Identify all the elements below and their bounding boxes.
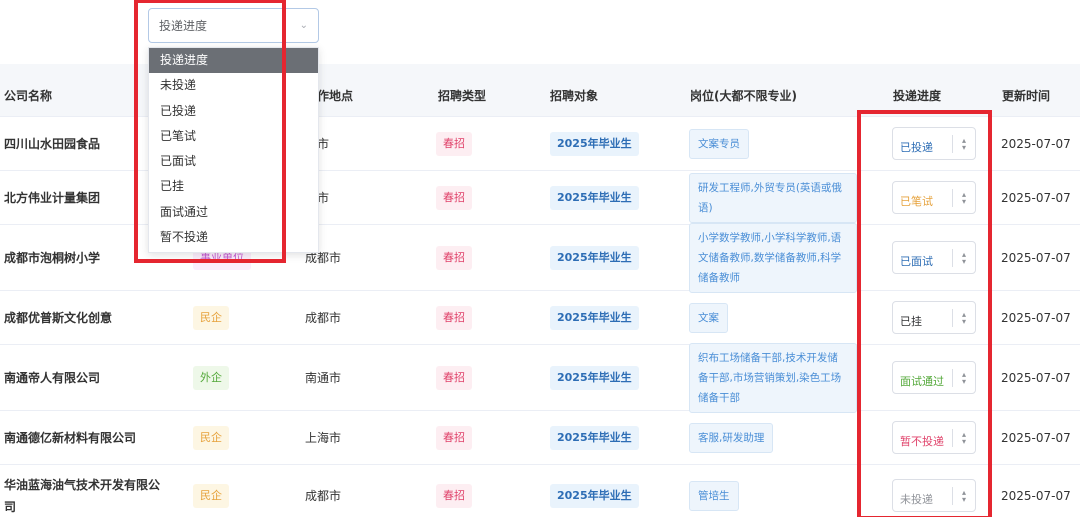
target-cell: 2025年毕业生 <box>550 117 650 170</box>
updated-cell: 2025-07-07 <box>1001 345 1080 410</box>
position-tag: 研发工程师,外贸专员(英语或俄语) <box>689 172 857 223</box>
header-target[interactable]: 招聘对象 <box>550 64 598 117</box>
recruit-type-cell: 春招 <box>436 291 496 344</box>
company-nature-cell: 外企 <box>193 345 283 410</box>
updated-cell: 2025-07-07 <box>1001 465 1080 517</box>
position-tag: 客服,研发助理 <box>689 422 774 453</box>
recruit-type-cell: 春招 <box>436 345 496 410</box>
company-nature-cell: 民企 <box>193 411 283 464</box>
updated-cell: 2025-07-07 <box>1001 225 1080 290</box>
updated-cell: 2025-07-07 <box>1001 117 1080 170</box>
updated-date: 2025-07-07 <box>1001 488 1071 503</box>
updated-date: 2025-07-07 <box>1001 370 1071 385</box>
target-tag: 2025年毕业生 <box>550 131 639 156</box>
recruit-type-tag: 春招 <box>436 365 472 390</box>
location-cell: 成都市 <box>305 225 405 290</box>
location-text: 上海市 <box>305 431 342 445</box>
recruit-type-cell: 春招 <box>436 117 496 170</box>
target-tag: 2025年毕业生 <box>550 365 639 390</box>
updated-date: 2025-07-07 <box>1001 190 1071 205</box>
position-cell: 文案专员 <box>689 117 859 170</box>
recruit-type-tag: 春招 <box>436 131 472 156</box>
target-cell: 2025年毕业生 <box>550 171 650 224</box>
target-cell: 2025年毕业生 <box>550 465 650 517</box>
company-nature-tag: 民企 <box>193 425 229 450</box>
recruit-type-cell: 春招 <box>436 465 496 517</box>
location-cell: 阳市 <box>305 171 405 224</box>
company-name: 南通德亿新材料有限公司 <box>4 430 137 445</box>
position-tag: 文案 <box>689 302 728 333</box>
position-tag: 小学数学教师,小学科学教师,语文储备教师,数学储备教师,科学储备教师 <box>689 222 857 293</box>
updated-date: 2025-07-07 <box>1001 430 1071 445</box>
updated-cell: 2025-07-07 <box>1001 291 1080 344</box>
company-nature-tag: 民企 <box>193 483 229 508</box>
recruit-type-tag: 春招 <box>436 483 472 508</box>
updated-cell: 2025-07-07 <box>1001 171 1080 224</box>
chevron-down-icon: ⌄ <box>299 20 308 31</box>
company-name: 成都市泡桐树小学 <box>4 250 101 265</box>
location-text: 成都市 <box>305 311 342 325</box>
recruit-type-cell: 春招 <box>436 225 496 290</box>
location-cell: 成都市 <box>305 465 405 517</box>
company-cell: 南通帝人有限公司 <box>4 345 169 410</box>
recruit-type-tag: 春招 <box>436 305 472 330</box>
company-nature-tag: 民企 <box>193 305 229 330</box>
company-nature-cell: 民企 <box>193 465 283 517</box>
location-cell: 南通市 <box>305 345 405 410</box>
position-tag: 文案专员 <box>689 128 749 159</box>
updated-date: 2025-07-07 <box>1001 310 1071 325</box>
header-location[interactable]: 作地点 <box>317 64 353 117</box>
updated-cell: 2025-07-07 <box>1001 411 1080 464</box>
company-name: 南通帝人有限公司 <box>4 370 101 385</box>
company-nature-cell: 民企 <box>193 291 283 344</box>
location-cell: 上海市 <box>305 411 405 464</box>
position-cell: 织布工场储备干部,技术开发储备干部,市场营销策划,染色工场储备干部 <box>689 342 859 413</box>
company-name: 北方伟业计量集团 <box>4 190 101 205</box>
highlight-box-dropdown <box>134 0 286 263</box>
target-tag: 2025年毕业生 <box>550 185 639 210</box>
recruit-type-tag: 春招 <box>436 185 472 210</box>
target-tag: 2025年毕业生 <box>550 483 639 508</box>
company-name: 四川山水田园食品 <box>4 136 101 151</box>
position-cell: 文案 <box>689 291 859 344</box>
company-name: 成都优普斯文化创意 <box>4 310 113 325</box>
target-tag: 2025年毕业生 <box>550 245 639 270</box>
position-cell: 客服,研发助理 <box>689 411 859 464</box>
highlight-box-progress-column <box>857 110 992 517</box>
company-cell: 成都优普斯文化创意 <box>4 291 169 344</box>
position-tag: 织布工场储备干部,技术开发储备干部,市场营销策划,染色工场储备干部 <box>689 342 857 413</box>
recruit-type-cell: 春招 <box>436 171 496 224</box>
updated-date: 2025-07-07 <box>1001 250 1071 265</box>
location-text: 南通市 <box>305 371 342 385</box>
header-position[interactable]: 岗位(大都不限专业) <box>690 64 797 117</box>
target-tag: 2025年毕业生 <box>550 305 639 330</box>
target-cell: 2025年毕业生 <box>550 345 650 410</box>
position-tag: 管培生 <box>689 480 739 511</box>
recruit-type-tag: 春招 <box>436 245 472 270</box>
location-text: 成都市 <box>305 489 342 503</box>
position-cell: 小学数学教师,小学科学教师,语文储备教师,数学储备教师,科学储备教师 <box>689 222 859 293</box>
header-updated[interactable]: 更新时间 <box>1002 64 1050 117</box>
location-cell: 成都市 <box>305 291 405 344</box>
target-cell: 2025年毕业生 <box>550 225 650 290</box>
recruit-type-cell: 春招 <box>436 411 496 464</box>
header-company[interactable]: 公司名称 <box>4 64 52 117</box>
target-cell: 2025年毕业生 <box>550 411 650 464</box>
company-cell: 华油蓝海油气技术开发有限公司 <box>4 465 169 517</box>
recruit-type-tag: 春招 <box>436 425 472 450</box>
position-cell: 研发工程师,外贸专员(英语或俄语) <box>689 171 859 224</box>
company-cell: 南通德亿新材料有限公司 <box>4 411 169 464</box>
position-cell: 管培生 <box>689 465 859 517</box>
updated-date: 2025-07-07 <box>1001 136 1071 151</box>
company-nature-tag: 外企 <box>193 365 229 390</box>
target-tag: 2025年毕业生 <box>550 425 639 450</box>
header-recruit-type[interactable]: 招聘类型 <box>438 64 486 117</box>
target-cell: 2025年毕业生 <box>550 291 650 344</box>
company-name: 华油蓝海油气技术开发有限公司 <box>4 477 161 514</box>
location-cell: 都市 <box>305 117 405 170</box>
